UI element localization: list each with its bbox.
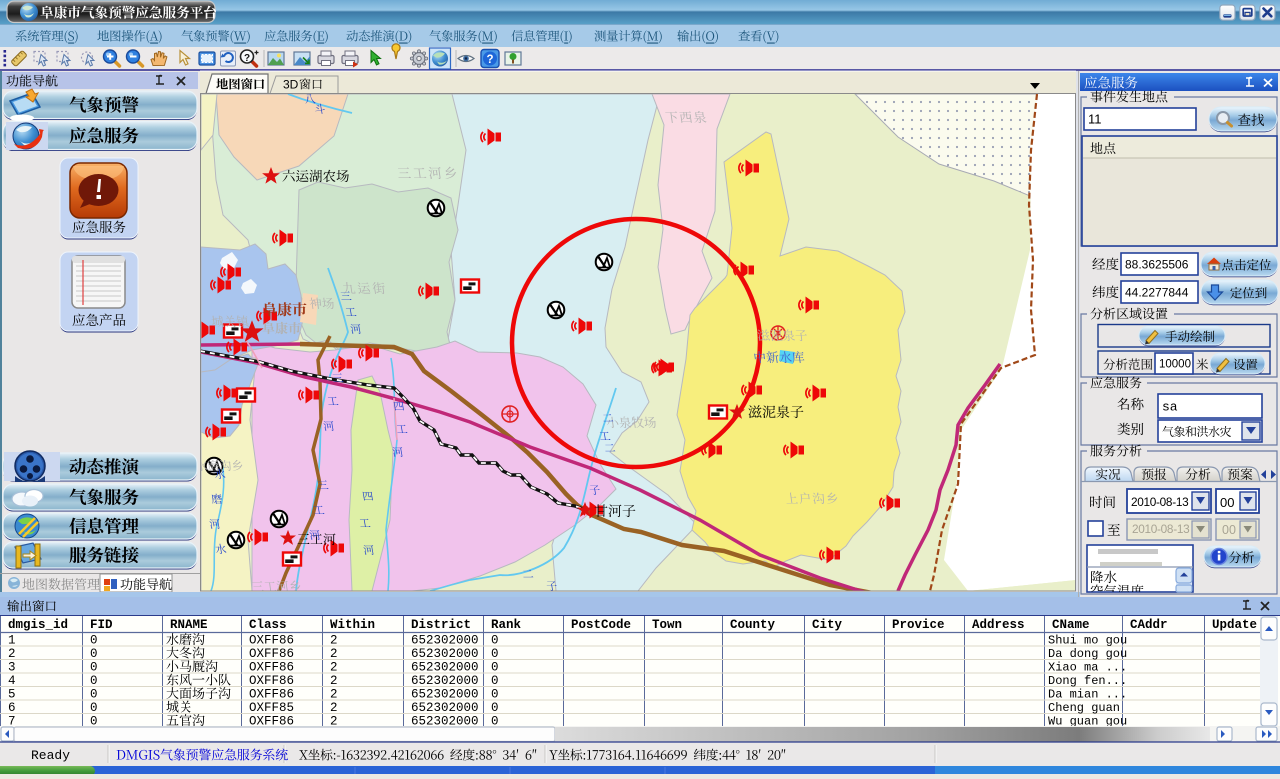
svg-text:5: 5 [8,688,16,702]
svg-text:Shui mo gou: Shui mo gou [1048,634,1127,648]
svg-text:44.2277844: 44.2277844 [1125,285,1189,299]
svg-text:Cheng guan: Cheng guan [1048,701,1120,715]
svg-text:2: 2 [330,688,338,702]
svg-text:Update: Update [1212,618,1257,632]
svg-text:?: ? [486,54,493,66]
svg-text:4: 4 [8,674,16,688]
svg-text:2: 2 [8,647,16,661]
svg-text:County: County [730,618,776,632]
svg-text:652302000: 652302000 [411,688,479,702]
svg-text:OXFF86: OXFF86 [249,688,294,702]
svg-text:CName: CName [1052,618,1090,632]
svg-text:0: 0 [491,634,499,648]
svg-text:6: 6 [8,701,16,715]
svg-text:RNAME: RNAME [170,618,208,632]
svg-text:0: 0 [90,674,98,688]
svg-text:Class: Class [249,618,287,632]
svg-text:2: 2 [330,674,338,688]
svg-text:Rank: Rank [491,618,522,632]
svg-text:2010-08-13: 2010-08-13 [1131,495,1189,509]
svg-text:10000: 10000 [1159,359,1191,371]
svg-text:sa: sa [1162,400,1178,415]
svg-text:0: 0 [90,647,98,661]
svg-text:Da mian ...: Da mian ... [1048,688,1127,702]
svg-text:3: 3 [8,661,16,675]
svg-text:Dong fen...: Dong fen... [1048,674,1127,688]
svg-text:OXFF86: OXFF86 [249,661,294,675]
svg-text:?: ? [244,53,250,64]
svg-text:Address: Address [972,618,1025,632]
svg-text:3D: 3D [283,78,299,92]
svg-text:11: 11 [1088,112,1102,127]
svg-text:0: 0 [90,634,98,648]
svg-text:OXFF86: OXFF86 [249,647,294,661]
svg-text:Ready: Ready [31,748,70,763]
svg-text:Da dong gou: Da dong gou [1048,647,1127,661]
svg-text:OXFF85: OXFF85 [249,701,294,715]
svg-text:0: 0 [491,688,499,702]
svg-text:City: City [812,618,843,632]
svg-text:652302000: 652302000 [411,634,479,648]
svg-text:District: District [411,618,471,632]
svg-text:CAddr: CAddr [1130,618,1168,632]
svg-text:FID: FID [90,618,113,632]
svg-text:652302000: 652302000 [411,661,479,675]
svg-text:Xiao ma ...: Xiao ma ... [1048,661,1127,675]
svg-text:00: 00 [1222,523,1236,537]
svg-text:2: 2 [330,701,338,715]
svg-text:0: 0 [491,701,499,715]
svg-text:2: 2 [330,647,338,661]
svg-text:dmgis_id: dmgis_id [8,618,68,632]
svg-text:652302000: 652302000 [411,647,479,661]
svg-text:OXFF86: OXFF86 [249,634,294,648]
svg-text:Town: Town [652,618,682,632]
svg-text:0: 0 [90,661,98,675]
svg-text:Provice: Provice [892,618,945,632]
svg-text:00: 00 [1220,495,1234,510]
svg-text:2: 2 [330,634,338,648]
svg-text:0: 0 [90,701,98,715]
svg-text:1: 1 [8,634,16,648]
svg-text:652302000: 652302000 [411,674,479,688]
svg-text:0: 0 [491,674,499,688]
svg-text:2010-08-13: 2010-08-13 [1132,522,1190,536]
svg-text:0: 0 [491,661,499,675]
svg-text:OXFF86: OXFF86 [249,674,294,688]
svg-text:2: 2 [330,661,338,675]
svg-text:652302000: 652302000 [411,701,479,715]
svg-text:PostCode: PostCode [571,618,631,632]
svg-text:Within: Within [330,618,375,632]
svg-text:0: 0 [90,688,98,702]
svg-text:0: 0 [491,647,499,661]
svg-text:88.3625506: 88.3625506 [1125,257,1189,271]
